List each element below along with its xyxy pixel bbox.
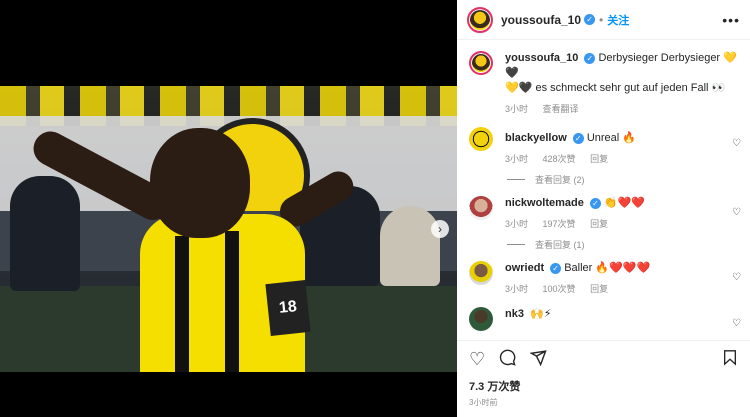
comment-time: 3小时 bbox=[505, 219, 529, 229]
caption: youssoufa_10 ✓ Derbysieger Derbysieger 💛🖤… bbox=[457, 41, 750, 117]
photographer-figure bbox=[380, 206, 440, 286]
verified-badge-icon: ✓ bbox=[550, 262, 562, 274]
comment-meta: 3小时 197次赞 回复 bbox=[505, 217, 740, 232]
comment-username[interactable]: nickwoltemade bbox=[505, 197, 584, 209]
likes-count[interactable]: 7.3 万次赞 bbox=[469, 378, 520, 394]
comment-username[interactable]: blackyellow bbox=[505, 132, 567, 144]
jersey-number: 18 bbox=[265, 280, 311, 336]
action-bar: ♡ bbox=[457, 340, 750, 376]
view-replies-label[interactable]: 查看回复 (1) bbox=[535, 238, 585, 251]
comments-list: youssoufa_10 ✓ Derbysieger Derbysieger 💛🖤… bbox=[457, 41, 750, 338]
comment-username[interactable]: nk3 bbox=[505, 308, 524, 320]
comment-text: Unreal 🔥 bbox=[586, 132, 636, 144]
translate-link[interactable]: 查看翻译 bbox=[543, 104, 579, 114]
comment-likes[interactable]: 100次赞 bbox=[543, 284, 576, 294]
caption-username[interactable]: youssoufa_10 bbox=[505, 52, 578, 64]
heart-icon[interactable]: ♡ bbox=[732, 319, 742, 329]
more-options-icon[interactable]: ••• bbox=[722, 12, 740, 28]
comment-meta: 3小时 100次赞 回复 bbox=[505, 282, 740, 297]
heart-icon[interactable]: ♡ bbox=[732, 208, 742, 218]
comment-item: blackyellow ✓ Unreal 🔥 3小时 428次赞 回复 ♡ bbox=[457, 117, 750, 167]
avatar[interactable] bbox=[469, 51, 493, 75]
view-replies[interactable]: 查看回复 (1) bbox=[457, 232, 750, 251]
comment-item: owriedt ✓ Baller 🔥❤️❤️❤️ 3小时 100次赞 回复 ♡ bbox=[457, 251, 750, 297]
comment-item: nickwoltemade ✓ 👏❤️❤️ 3小时 197次赞 回复 ♡ bbox=[457, 186, 750, 232]
post-username[interactable]: youssoufa_10 bbox=[501, 13, 581, 27]
instagram-post-modal: 18 › youssoufa_10 ✓ • 关注 ••• youssoufa_1… bbox=[0, 0, 750, 417]
jersey-stripe bbox=[175, 236, 189, 372]
avatar[interactable] bbox=[469, 127, 493, 151]
caption-meta: 3小时 查看翻译 bbox=[505, 102, 740, 117]
player-head bbox=[150, 128, 250, 238]
post-photo[interactable]: 18 bbox=[0, 86, 457, 372]
avatar[interactable] bbox=[469, 307, 493, 331]
comment-time: 3小时 bbox=[505, 284, 529, 294]
view-replies[interactable]: 查看回复 (2) bbox=[457, 167, 750, 186]
comment-item: nk3 🙌⚡ ♡ bbox=[457, 297, 750, 331]
comment-text: Baller 🔥❤️❤️❤️ bbox=[564, 262, 651, 274]
avatar[interactable] bbox=[467, 6, 493, 33]
heart-icon[interactable]: ♡ bbox=[732, 139, 742, 149]
share-icon[interactable] bbox=[529, 349, 547, 369]
jersey-stripe bbox=[225, 231, 239, 372]
view-replies-label[interactable]: 查看回复 (2) bbox=[535, 173, 585, 186]
caption-time: 3小时 bbox=[505, 104, 529, 114]
post-header: youssoufa_10 ✓ • 关注 ••• bbox=[457, 0, 750, 40]
verified-badge-icon: ✓ bbox=[589, 197, 601, 209]
heart-icon[interactable]: ♡ bbox=[469, 350, 485, 368]
reply-button[interactable]: 回复 bbox=[590, 284, 608, 294]
comment-text: 🙌⚡ bbox=[530, 308, 552, 320]
chevron-right-icon[interactable]: › bbox=[431, 220, 449, 238]
follow-button[interactable]: 关注 bbox=[607, 12, 629, 28]
post-media: 18 › bbox=[0, 0, 457, 417]
bookmark-icon[interactable] bbox=[722, 349, 738, 369]
heart-icon[interactable]: ♡ bbox=[732, 273, 742, 283]
post-sidebar: youssoufa_10 ✓ • 关注 ••• youssoufa_10 ✓ De… bbox=[457, 0, 750, 417]
divider bbox=[507, 244, 525, 245]
verified-badge-icon: ✓ bbox=[572, 132, 584, 144]
comment-time: 3小时 bbox=[505, 154, 529, 164]
comment-likes[interactable]: 197次赞 bbox=[543, 219, 576, 229]
avatar[interactable] bbox=[469, 196, 493, 220]
verified-badge-icon: ✓ bbox=[584, 52, 596, 64]
verified-badge-icon: ✓ bbox=[584, 14, 596, 25]
separator-dot: • bbox=[599, 12, 604, 27]
comment-username[interactable]: owriedt bbox=[505, 262, 544, 274]
comment-icon[interactable] bbox=[499, 349, 516, 369]
avatar[interactable] bbox=[469, 261, 493, 285]
reply-button[interactable]: 回复 bbox=[590, 219, 608, 229]
comment-meta: 3小时 428次赞 回复 bbox=[505, 152, 740, 167]
caption-text: 💛🖤 es schmeckt sehr gut auf jeden Fall 👀 bbox=[505, 82, 726, 94]
comment-likes[interactable]: 428次赞 bbox=[543, 154, 576, 164]
divider bbox=[507, 179, 525, 180]
comment-text: 👏❤️❤️ bbox=[603, 197, 646, 209]
post-time: 3小时前 bbox=[469, 398, 498, 407]
photographer-figure bbox=[10, 176, 80, 291]
reply-button[interactable]: 回复 bbox=[590, 154, 608, 164]
